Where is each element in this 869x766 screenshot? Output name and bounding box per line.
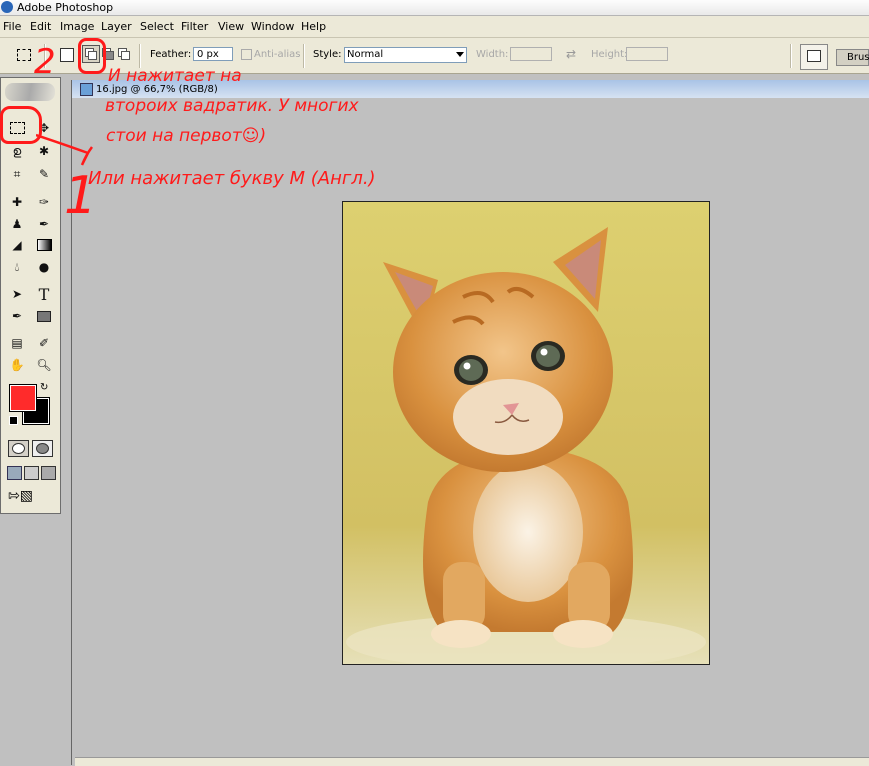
menu-view[interactable]: View: [218, 20, 244, 33]
antialias-label: Anti-alias: [254, 49, 301, 60]
height-label: Height:: [591, 49, 628, 60]
document-icon: [80, 83, 93, 96]
annotation-line-2c: стои на первот☺): [106, 126, 267, 146]
toolbox-header-feather: [5, 83, 55, 101]
title-bar: Adobe Photoshop: [0, 0, 869, 16]
foreground-color-swatch[interactable]: [9, 384, 37, 412]
menu-edit[interactable]: Edit: [30, 20, 51, 33]
jump-to-imageready-button[interactable]: ⇰▧: [8, 488, 33, 504]
zoom-icon[interactable]: 🔍︎: [35, 356, 53, 374]
eyedropper-icon[interactable]: ✐: [35, 334, 53, 352]
menu-select[interactable]: Select: [140, 20, 174, 33]
intersect-selection-button[interactable]: [117, 47, 131, 61]
style-select[interactable]: Normal: [344, 47, 467, 63]
height-input[interactable]: [626, 47, 668, 61]
lasso-icon[interactable]: ഉ: [8, 142, 26, 160]
brush-icon[interactable]: ✑: [35, 193, 53, 211]
tool-preset-picker[interactable]: [15, 47, 35, 63]
clone-stamp-icon[interactable]: ♟: [8, 215, 26, 233]
menu-help[interactable]: Help: [301, 20, 326, 33]
antialias-checkbox[interactable]: [241, 49, 252, 60]
brushes-palette-tab[interactable]: Brush: [836, 49, 869, 66]
dodge-icon[interactable]: ●: [35, 258, 53, 276]
width-input[interactable]: [510, 47, 552, 61]
menu-filter[interactable]: Filter: [181, 20, 208, 33]
menu-file[interactable]: File: [3, 20, 21, 33]
style-select-value: Normal: [347, 49, 384, 60]
full-screen-mode-button[interactable]: [41, 466, 56, 480]
path-selection-icon[interactable]: ➤: [8, 285, 26, 303]
photoshop-logo-icon: [1, 1, 13, 13]
annotation-line-2b: второих вадратик. У многих: [105, 96, 359, 116]
new-selection-button[interactable]: [60, 48, 74, 62]
gradient-icon[interactable]: [35, 236, 53, 254]
blur-icon[interactable]: 💧︎: [8, 258, 26, 276]
annotation-line-1: Или нажитает букву М (Англ.): [88, 168, 376, 189]
swap-colors-icon[interactable]: ↻: [40, 382, 48, 393]
palette-well-button[interactable]: [800, 44, 828, 70]
width-label: Width:: [476, 49, 509, 60]
style-label: Style:: [313, 49, 342, 60]
menu-image[interactable]: Image: [60, 20, 94, 33]
type-icon[interactable]: T: [35, 285, 53, 304]
feather-label: Feather:: [150, 49, 192, 60]
add-selection-highlight: [78, 38, 106, 74]
shape-icon[interactable]: [35, 307, 53, 325]
notes-icon[interactable]: ▤: [8, 334, 26, 352]
annotation-number-2: 2: [34, 42, 56, 82]
crop-icon[interactable]: ⌗: [8, 165, 26, 183]
window-title: Adobe Photoshop: [17, 1, 114, 14]
pen-icon[interactable]: ✒: [8, 307, 26, 325]
hand-icon[interactable]: ✋: [8, 356, 26, 374]
healing-brush-icon[interactable]: ✚: [8, 193, 26, 211]
kitten-photo: [343, 202, 709, 670]
menu-layer[interactable]: Layer: [101, 20, 132, 33]
canvas-image[interactable]: [342, 201, 710, 670]
quick-mask-mode-button[interactable]: [32, 440, 53, 457]
standard-screen-mode-button[interactable]: [7, 466, 22, 480]
full-screen-menu-mode-button[interactable]: [24, 466, 39, 480]
chevron-down-icon: [456, 52, 464, 57]
annotation-arrow: [36, 133, 94, 166]
menu-window[interactable]: Window: [251, 20, 294, 33]
menu-bar: File Edit Image Layer Select Filter View…: [0, 16, 869, 38]
annotation-line-2a: И нажитает на: [108, 66, 242, 86]
feather-input[interactable]: 0 px: [193, 47, 233, 61]
swap-dimensions-icon[interactable]: ⇄: [566, 47, 576, 61]
standard-mode-button[interactable]: [8, 440, 29, 457]
eraser-icon[interactable]: ◢: [8, 236, 26, 254]
default-colors-icon[interactable]: [9, 416, 18, 425]
history-brush-icon[interactable]: ✒: [35, 215, 53, 233]
